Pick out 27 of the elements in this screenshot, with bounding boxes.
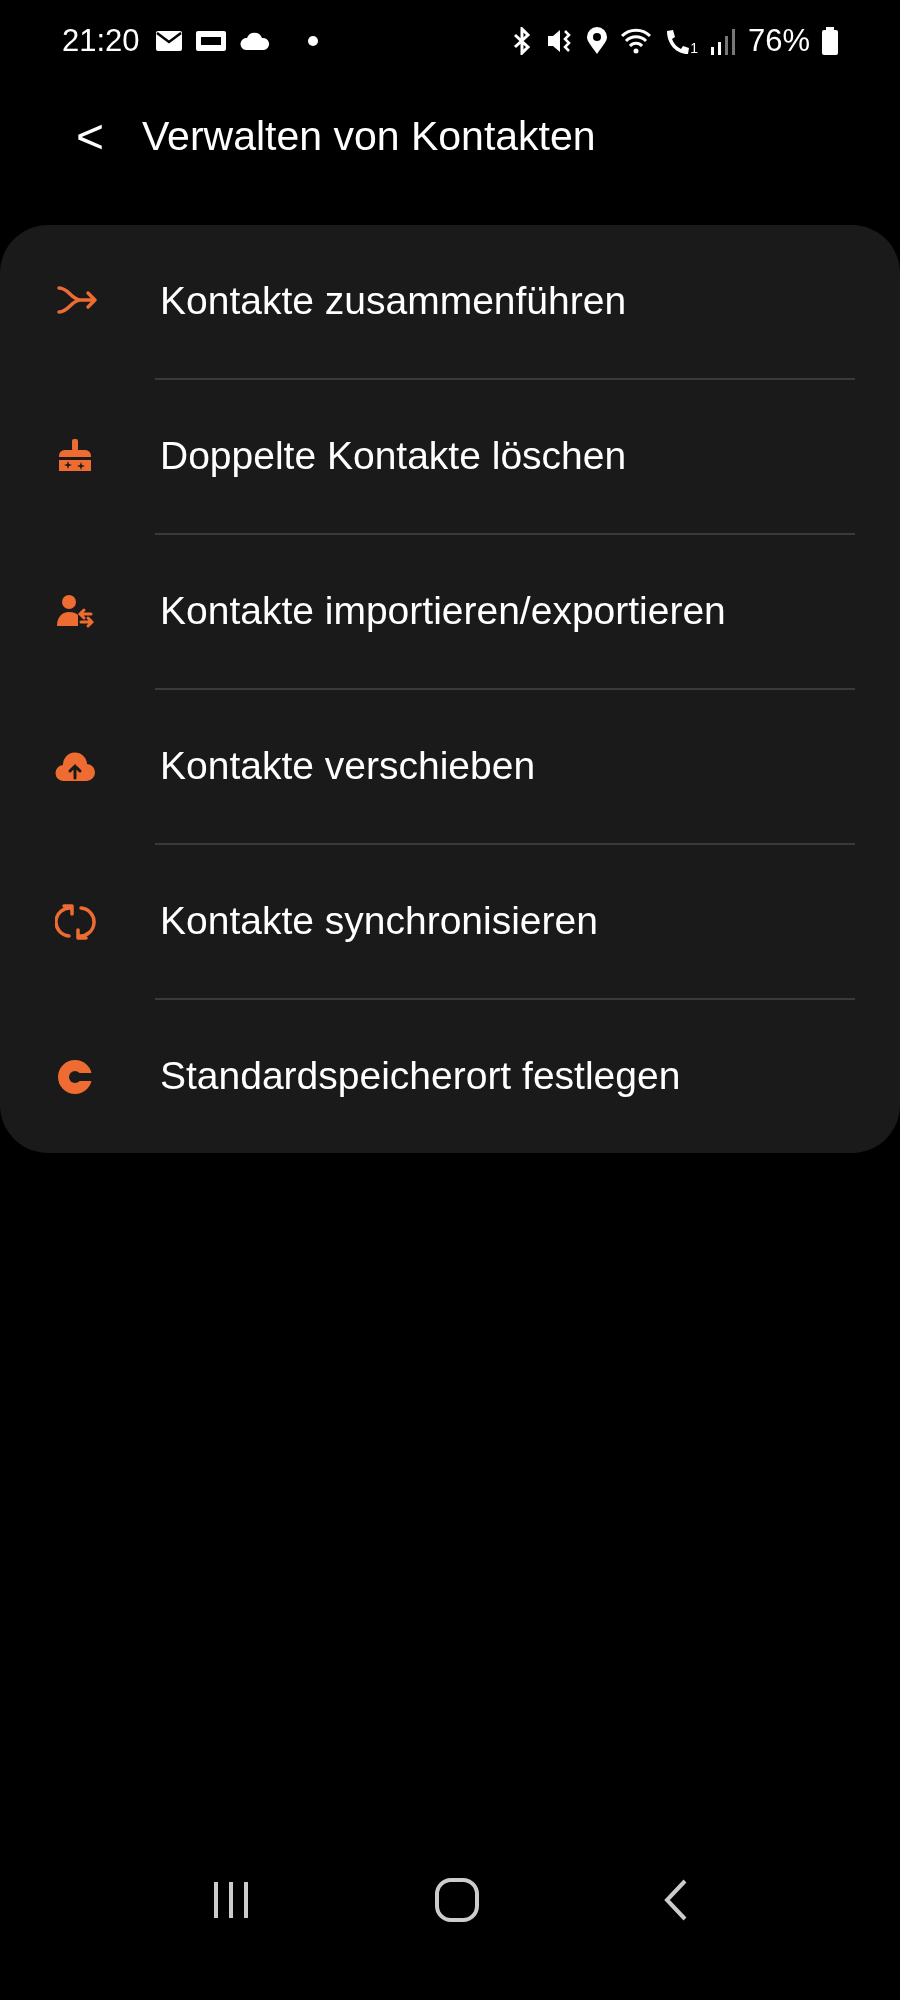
cloud-icon: [239, 32, 270, 50]
menu-item-label: Kontakte importieren/exportieren: [160, 588, 726, 635]
menu-item-label: Kontakte verschieben: [160, 743, 536, 790]
menu-item[interactable]: Kontakte verschieben: [0, 690, 900, 843]
location-icon: [586, 27, 609, 55]
page-title: Verwalten von Kontakten: [142, 112, 596, 162]
menu-item[interactable]: Standardspeicherort festlegen: [0, 1000, 900, 1153]
battery-percent: 76%: [747, 21, 810, 60]
signal-icon: [709, 27, 736, 55]
mail-icon: [155, 31, 182, 51]
dot-icon: [307, 36, 318, 46]
menu-item-label: Doppelte Kontakte löschen: [160, 433, 627, 480]
battery-icon: [822, 27, 838, 55]
back-icon[interactable]: [662, 1878, 689, 1922]
sync-arrows-icon: [55, 901, 99, 942]
menu-item-label: Kontakte synchronisieren: [160, 898, 598, 945]
menu-item[interactable]: Kontakte zusammenführen: [0, 225, 900, 378]
home-icon[interactable]: [434, 1877, 480, 1923]
wifi-icon: [620, 27, 653, 55]
sim-number: 1: [690, 41, 698, 55]
menu-item[interactable]: Kontakte synchronisieren: [0, 845, 900, 998]
menu-item[interactable]: Doppelte Kontakte löschen: [0, 380, 900, 533]
menu-item-label: Kontakte zusammenführen: [160, 278, 627, 325]
menu-item[interactable]: Kontakte importieren/exportieren: [0, 535, 900, 688]
status-time: 21:20: [62, 21, 140, 60]
back-button[interactable]: <: [60, 113, 120, 161]
menu-item-label: Standardspeicherort festlegen: [160, 1053, 681, 1100]
